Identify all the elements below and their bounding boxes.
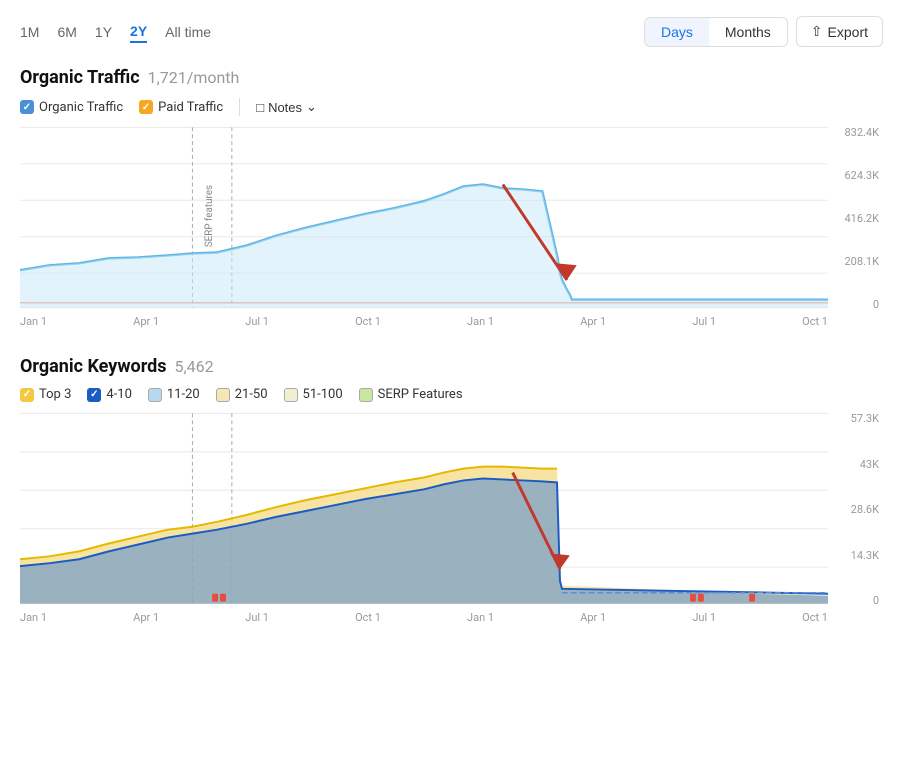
- ky-label-1: 57.3K: [828, 412, 879, 425]
- kx-label-jan1: Jan 1: [20, 611, 47, 624]
- 4-10-label: 4-10: [106, 387, 132, 402]
- 11-20-label: 11-20: [167, 387, 200, 402]
- view-toggle-group: Days Months: [644, 17, 788, 47]
- y-label-2: 624.3K: [828, 169, 879, 182]
- kx-label-oct1-2: Oct 1: [802, 611, 828, 624]
- legend-serp[interactable]: SERP Features: [359, 387, 463, 402]
- keywords-chart-area: 57.3K 43K 28.6K 14.3K 0: [20, 412, 883, 607]
- 51-100-label: 51-100: [303, 387, 343, 402]
- x-label-oct1: Oct 1: [355, 315, 381, 328]
- keywords-chart: [20, 412, 828, 607]
- organic-traffic-subtitle: 1,721/month: [148, 68, 240, 87]
- traffic-y-axis: 832.4K 624.3K 416.2K 208.1K 0: [828, 126, 883, 311]
- x-label-jan1: Jan 1: [20, 315, 47, 328]
- traffic-chart-area: SERP features 832.4K 624.3K 416.2K 208.1…: [20, 126, 883, 311]
- keywords-x-axis: Jan 1 Apr 1 Jul 1 Oct 1 Jan 1 Apr 1 Jul …: [20, 611, 883, 624]
- organic-traffic-header: Organic Traffic 1,721/month: [20, 67, 883, 88]
- y-label-4: 208.1K: [828, 255, 879, 268]
- toggle-days[interactable]: Days: [645, 18, 709, 46]
- serp-checkbox: [359, 388, 373, 402]
- 11-20-checkbox: [148, 388, 162, 402]
- top3-label: Top 3: [39, 387, 71, 402]
- legend-top3[interactable]: ✓ Top 3: [20, 387, 71, 402]
- 51-100-checkbox: [284, 388, 298, 402]
- organic-keywords-subtitle: 5,462: [175, 357, 214, 376]
- x-label-jul1: Jul 1: [245, 315, 269, 328]
- traffic-chart: SERP features: [20, 126, 828, 311]
- kx-label-oct1: Oct 1: [355, 611, 381, 624]
- filter-2y[interactable]: 2Y: [130, 21, 147, 43]
- keywords-legend: ✓ Top 3 ✓ 4-10 11-20 21-50 51-100 SERP F…: [20, 387, 883, 402]
- legend-divider: [239, 98, 240, 116]
- x-label-apr1-2: Apr 1: [580, 315, 606, 328]
- organic-checkbox: ✓: [20, 100, 34, 114]
- chevron-down-icon: ⌄: [306, 99, 317, 115]
- kx-label-jul1-2: Jul 1: [692, 611, 716, 624]
- keywords-y-axis: 57.3K 43K 28.6K 14.3K 0: [828, 412, 883, 607]
- export-button[interactable]: ⇧ Export: [796, 16, 883, 47]
- kx-label-jan1-2: Jan 1: [467, 611, 494, 624]
- organic-keywords-title: Organic Keywords: [20, 356, 167, 377]
- organic-label: Organic Traffic: [39, 100, 123, 115]
- 21-50-checkbox: [216, 388, 230, 402]
- view-controls: Days Months ⇧ Export: [644, 16, 883, 47]
- paid-checkbox: ✓: [139, 100, 153, 114]
- traffic-legend: ✓ Organic Traffic ✓ Paid Traffic □ Notes…: [20, 98, 883, 116]
- upload-icon: ⇧: [811, 23, 823, 40]
- kx-label-jul1: Jul 1: [245, 611, 269, 624]
- ky-label-2: 43K: [828, 458, 879, 471]
- legend-organic[interactable]: ✓ Organic Traffic: [20, 100, 123, 115]
- notes-icon: □: [256, 100, 264, 115]
- 21-50-label: 21-50: [235, 387, 268, 402]
- ky-label-4: 14.3K: [828, 549, 879, 562]
- toggle-months[interactable]: Months: [709, 18, 787, 46]
- ky-label-5: 0: [828, 594, 879, 607]
- legend-paid[interactable]: ✓ Paid Traffic: [139, 100, 223, 115]
- notes-label: Notes: [268, 100, 302, 115]
- traffic-svg: SERP features: [20, 126, 828, 311]
- filter-alltime[interactable]: All time: [165, 22, 211, 42]
- legend-21-50[interactable]: 21-50: [216, 387, 268, 402]
- 4-10-checkbox: ✓: [87, 388, 101, 402]
- legend-51-100[interactable]: 51-100: [284, 387, 343, 402]
- x-label-jan1-2: Jan 1: [467, 315, 494, 328]
- filter-1m[interactable]: 1M: [20, 22, 39, 42]
- filter-6m[interactable]: 6M: [57, 22, 76, 42]
- x-label-jul1-2: Jul 1: [692, 315, 716, 328]
- kx-label-apr1: Apr 1: [133, 611, 159, 624]
- x-label-oct1-2: Oct 1: [802, 315, 828, 328]
- kx-label-apr1-2: Apr 1: [580, 611, 606, 624]
- x-label-apr1: Apr 1: [133, 315, 159, 328]
- y-label-5: 0: [828, 298, 879, 311]
- legend-4-10[interactable]: ✓ 4-10: [87, 387, 132, 402]
- serp-label: SERP Features: [378, 387, 463, 402]
- top3-checkbox: ✓: [20, 388, 34, 402]
- time-filters: 1M 6M 1Y 2Y All time: [20, 21, 211, 43]
- filter-1y[interactable]: 1Y: [95, 22, 112, 42]
- ky-label-3: 28.6K: [828, 503, 879, 516]
- traffic-x-axis: Jan 1 Apr 1 Jul 1 Oct 1 Jan 1 Apr 1 Jul …: [20, 315, 883, 328]
- y-label-3: 416.2K: [828, 212, 879, 225]
- top-bar: 1M 6M 1Y 2Y All time Days Months ⇧ Expor…: [20, 16, 883, 47]
- organic-keywords-header: Organic Keywords 5,462: [20, 356, 883, 377]
- svg-text:SERP features: SERP features: [204, 185, 215, 247]
- y-label-1: 832.4K: [828, 126, 879, 139]
- organic-traffic-title: Organic Traffic: [20, 67, 140, 88]
- export-label: Export: [828, 24, 868, 40]
- notes-button[interactable]: □ Notes ⌄: [256, 99, 317, 115]
- paid-label: Paid Traffic: [158, 100, 223, 115]
- keywords-svg: [20, 412, 828, 607]
- legend-11-20[interactable]: 11-20: [148, 387, 200, 402]
